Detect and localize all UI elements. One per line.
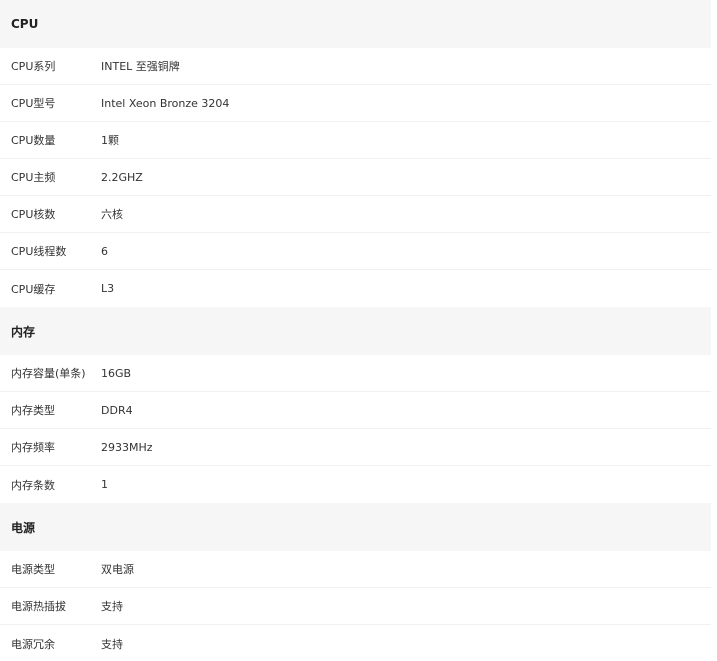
spec-value: DDR4 <box>101 403 133 417</box>
spec-label: 电源类型 <box>11 563 55 576</box>
spec-row: CPU线程数 6 <box>0 233 711 270</box>
spec-row: 内存条数 1 <box>0 466 711 503</box>
spec-label: 内存条数 <box>11 478 55 492</box>
spec-label: CPU核数 <box>11 208 56 221</box>
spec-value: 支持 <box>101 600 123 613</box>
spec-row: CPU型号 Intel Xeon Bronze 3204 <box>0 85 711 122</box>
spec-value: Intel Xeon Bronze 3204 <box>101 96 230 110</box>
spec-value: L3 <box>101 282 115 295</box>
spec-row: CPU数量 1颗 <box>0 122 711 159</box>
spec-row: CPU缓存 L3 <box>0 270 711 307</box>
section-title: 电源 <box>11 520 36 535</box>
spec-label: 内存容量(单条) <box>11 367 86 380</box>
spec-table: CPU CPU系列 INTEL 至强铜牌 CPU型号 Intel Xeon Br… <box>0 0 711 661</box>
spec-row: 电源冗余 支持 <box>0 625 711 661</box>
spec-row: CPU主频 2.2GHZ <box>0 159 711 196</box>
spec-label: CPU系列 <box>11 60 56 73</box>
spec-row: CPU核数 六核 <box>0 196 711 233</box>
section-title: 内存 <box>11 324 36 339</box>
spec-label: CPU缓存 <box>11 282 56 296</box>
spec-label: CPU线程数 <box>11 245 67 258</box>
spec-label: CPU数量 <box>11 134 56 147</box>
spec-row: 内存频率 2933MHz <box>0 429 711 466</box>
section-power: 电源 电源类型 双电源 电源热插拔 支持 电源冗余 支持 <box>0 503 711 661</box>
spec-row: CPU系列 INTEL 至强铜牌 <box>0 48 711 85</box>
section-memory: 内存 内存容量(单条) 16GB 内存类型 DDR4 内存频率 2933MHz … <box>0 307 711 503</box>
spec-value: 6 <box>101 244 108 258</box>
spec-label: 内存频率 <box>11 441 55 454</box>
spec-row: 电源类型 双电源 <box>0 551 711 588</box>
spec-label: 内存类型 <box>11 404 55 417</box>
spec-label: 电源冗余 <box>11 637 55 651</box>
spec-label: CPU型号 <box>11 97 56 110</box>
section-header-memory: 内存 <box>0 307 711 355</box>
section-header-power: 电源 <box>0 503 711 551</box>
spec-value: 1颗 <box>101 134 119 147</box>
section-title: CPU <box>11 17 39 31</box>
spec-label: CPU主频 <box>11 171 56 184</box>
spec-value: 2.2GHZ <box>101 170 143 184</box>
spec-value: 六核 <box>101 208 123 221</box>
spec-row: 内存类型 DDR4 <box>0 392 711 429</box>
spec-row: 电源热插拔 支持 <box>0 588 711 625</box>
spec-value: 16GB <box>101 366 132 380</box>
spec-value: 支持 <box>101 637 123 651</box>
spec-row: 内存容量(单条) 16GB <box>0 355 711 392</box>
spec-label: 电源热插拔 <box>11 600 66 613</box>
section-cpu: CPU CPU系列 INTEL 至强铜牌 CPU型号 Intel Xeon Br… <box>0 0 711 307</box>
spec-value: INTEL 至强铜牌 <box>101 60 180 73</box>
spec-value: 双电源 <box>101 563 134 576</box>
spec-value: 1 <box>101 478 108 491</box>
spec-value: 2933MHz <box>101 440 153 454</box>
section-header-cpu: CPU <box>0 0 711 48</box>
